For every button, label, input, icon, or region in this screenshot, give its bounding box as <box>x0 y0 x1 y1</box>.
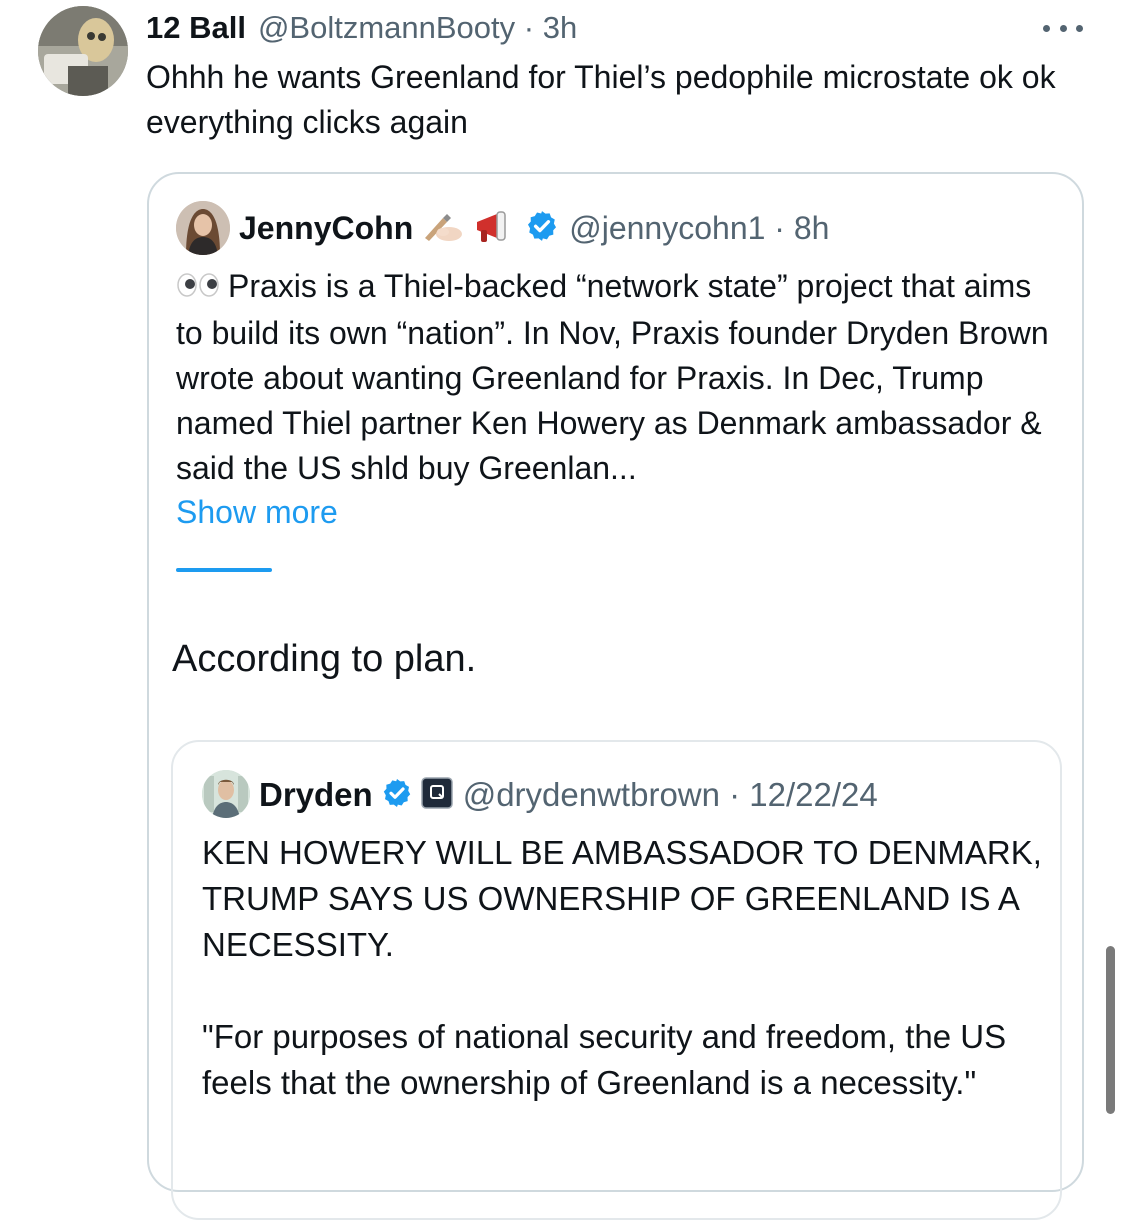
quoted-tweet-comment: According to plan. <box>172 638 477 680</box>
dot <box>1059 24 1067 32</box>
quoted-tweet-header: JennyCohn @jennycohn1 · 8h <box>239 206 829 250</box>
quoted-avatar[interactable] <box>176 201 230 255</box>
avatar[interactable] <box>38 6 128 96</box>
quoted-handle-and-time[interactable]: @jennycohn1 · 8h <box>569 210 829 247</box>
nested-display-name[interactable]: Dryden <box>259 776 373 814</box>
tweet-text: Ohhh he wants Greenland for Thiel’s pedo… <box>146 59 1056 140</box>
more-options-icon[interactable] <box>1043 14 1083 42</box>
display-name[interactable]: 12 Ball <box>146 10 246 46</box>
quoted-tweet-text: Praxis is a Thiel-backed “network state”… <box>176 264 1066 491</box>
dot <box>1043 24 1050 32</box>
nested-avatar[interactable] <box>202 770 250 818</box>
nested-tweet-headline: KEN HOWERY WILL BE AMBASSADOR TO DENMARK… <box>202 834 1042 963</box>
writing-hand-icon <box>421 208 465 249</box>
quoted-display-name[interactable]: JennyCohn <box>239 210 413 247</box>
nested-tweet-quote: "For purposes of national security and f… <box>202 1018 1007 1101</box>
show-more-link[interactable]: Show more <box>176 490 338 535</box>
nested-tweet-text: KEN HOWERY WILL BE AMBASSADOR TO DENMARK… <box>202 830 1042 1106</box>
megaphone-icon <box>473 208 517 249</box>
nested-handle-and-time[interactable]: @drydenwtbrown · 12/22/24 <box>463 776 878 814</box>
quoted-tweet-body: Praxis is a Thiel-backed “network state”… <box>176 268 1049 486</box>
verified-badge-icon <box>381 777 413 814</box>
handle-and-time[interactable]: @BoltzmannBooty · 3h <box>258 10 577 46</box>
eyes-icon <box>176 266 220 311</box>
affiliate-badge-icon[interactable] <box>420 776 453 814</box>
verified-badge-icon <box>525 209 559 248</box>
active-tab-indicator <box>176 568 272 572</box>
scrollbar-thumb[interactable] <box>1106 946 1115 1114</box>
nested-tweet-header: Dryden @drydenwtbrown · 12/22/24 <box>259 773 878 817</box>
dot <box>1076 24 1083 32</box>
tweet-header: 12 Ball @BoltzmannBooty · 3h <box>146 8 577 48</box>
